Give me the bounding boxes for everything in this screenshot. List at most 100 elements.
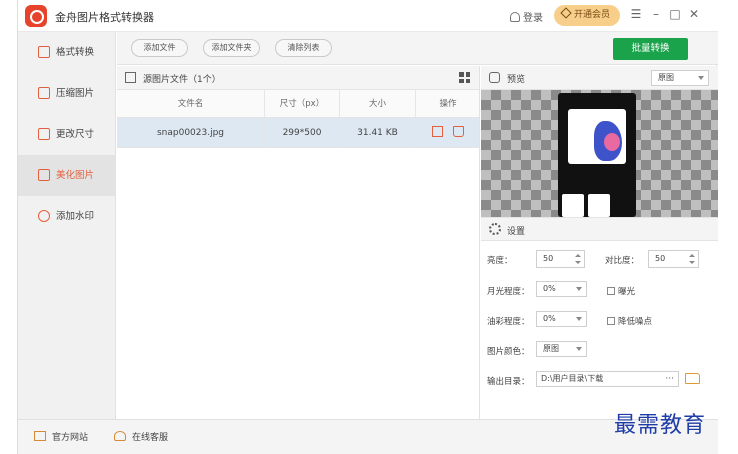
contrast-value: 50 [655, 254, 666, 263]
oil-paint-select[interactable]: 0% [536, 311, 587, 327]
file-dimensions-cell: 299*500 [265, 118, 340, 148]
open-external-icon[interactable] [432, 126, 443, 137]
image-color-value: 原图 [543, 344, 559, 353]
file-name-cell: snap00023.jpg [117, 118, 265, 148]
preview-mode-value: 原图 [658, 73, 674, 82]
moonlight-value: 0% [543, 284, 556, 293]
beautify-icon [38, 169, 50, 181]
column-header-actions: 操作 [439, 99, 457, 109]
oil-paint-value: 0% [543, 314, 556, 323]
table-row[interactable]: snap00023.jpg 299*500 31.41 KB [117, 118, 479, 148]
column-header-filename: 文件名 [117, 90, 265, 118]
output-dir-label: 输出目录： [487, 377, 530, 387]
vip-button[interactable]: 开通会员 [554, 5, 620, 26]
sidebar-item-label: 格式转换 [56, 47, 95, 58]
login-label: 登录 [523, 13, 543, 24]
chevron-down-icon [576, 347, 582, 351]
denoise-checkbox[interactable]: 降低噪点 [607, 315, 652, 327]
preview-mode-select[interactable]: 原图 [651, 70, 709, 86]
contrast-stepper[interactable]: 50 [648, 250, 699, 268]
brightness-stepper[interactable]: 50 [536, 250, 585, 268]
actions-cell [416, 118, 480, 148]
column-header-dimensions: 尺寸（px） [265, 90, 340, 118]
monitor-icon [34, 431, 46, 441]
compress-icon [38, 87, 50, 99]
browse-more-button[interactable]: ··· [665, 372, 674, 386]
moonlight-select[interactable]: 0% [536, 281, 587, 297]
diamond-icon [560, 7, 572, 19]
chevron-down-icon [576, 287, 582, 291]
brightness-label: 亮度： [487, 256, 513, 266]
file-list-title: 源图片文件（1个） [143, 75, 221, 85]
app-logo-icon [25, 5, 47, 27]
contrast-label: 对比度： [605, 256, 640, 266]
file-size-cell: 31.41 KB [340, 118, 416, 148]
sidebar: 格式转换 压缩图片 更改尺寸 美化图片 添加水印 [18, 32, 116, 419]
exposure-checkbox[interactable]: 曝光 [607, 285, 635, 297]
maximize-icon[interactable]: □ [668, 7, 682, 21]
moonlight-label: 月光程度： [487, 287, 530, 297]
login-link[interactable]: 登录 [510, 9, 543, 24]
table-header: 文件名 尺寸（px） 大小 操作 [117, 90, 479, 118]
vip-label: 开通会员 [574, 10, 611, 20]
bottom-bar: 官方网站 在线客服 [18, 419, 718, 454]
file-list-panel: 源图片文件（1个） 文件名 尺寸（px） 大小 操作 snap00023.jpg… [117, 66, 480, 419]
close-icon[interactable]: ✕ [687, 7, 701, 21]
resize-icon [38, 128, 50, 140]
folder-open-icon[interactable] [685, 373, 700, 384]
checkbox-box[interactable] [607, 287, 615, 295]
watermark-icon [38, 210, 50, 222]
app-window: 金舟图片格式转换器 登录 开通会员 ☰ – □ ✕ 格式转换 压缩图片 更改尺寸… [17, 0, 718, 454]
add-file-button[interactable]: 添加文件 [131, 39, 188, 57]
grid-view-icon[interactable] [459, 72, 470, 83]
menu-icon[interactable]: ☰ [629, 7, 643, 21]
preview-panel: 预览 原图 设置 亮度： 50 对比度： 50 月光程度： 0% 曝光 油彩程度… [481, 66, 718, 419]
toolbar: 添加文件 添加文件夹 清除列表 批量转换 [117, 32, 718, 65]
batch-convert-button[interactable]: 批量转换 [613, 38, 688, 60]
app-title: 金舟图片格式转换器 [55, 11, 154, 24]
watermark-text: 最需教育 [614, 413, 707, 438]
oil-paint-label: 油彩程度： [487, 317, 530, 327]
sidebar-item-label: 美化图片 [56, 170, 95, 181]
online-support-link[interactable]: 在线客服 [114, 430, 168, 443]
official-website-label: 官方网站 [52, 433, 89, 443]
gear-icon [489, 223, 501, 235]
image-color-select[interactable]: 原图 [536, 341, 587, 357]
file-list-header: 源图片文件（1个） [117, 66, 479, 90]
sidebar-item-resize[interactable]: 更改尺寸 [18, 114, 115, 155]
image-icon [125, 72, 136, 83]
sidebar-item-label: 更改尺寸 [56, 129, 95, 140]
image-color-label: 图片颜色： [487, 347, 530, 357]
preview-header: 预览 原图 [481, 66, 718, 90]
sidebar-item-compress[interactable]: 压缩图片 [18, 73, 115, 114]
preview-image [558, 93, 636, 217]
official-website-link[interactable]: 官方网站 [34, 430, 88, 443]
title-bar: 金舟图片格式转换器 登录 开通会员 ☰ – □ ✕ [18, 0, 718, 32]
exposure-label: 曝光 [618, 287, 636, 297]
settings-title: 设置 [507, 227, 526, 237]
output-dir-field[interactable]: D:\用户目录\下载 ··· [536, 371, 679, 387]
sidebar-item-beautify[interactable]: 美化图片 [18, 155, 115, 196]
chevron-down-icon [698, 76, 704, 80]
format-icon [38, 46, 50, 58]
delete-icon[interactable] [453, 126, 464, 137]
online-support-label: 在线客服 [132, 433, 169, 443]
add-folder-button[interactable]: 添加文件夹 [203, 39, 260, 57]
sidebar-item-label: 压缩图片 [56, 88, 95, 99]
denoise-label: 降低噪点 [618, 317, 653, 327]
preview-title: 预览 [507, 75, 526, 85]
support-person-icon [114, 431, 126, 441]
settings-header: 设置 [481, 217, 718, 241]
sidebar-item-watermark[interactable]: 添加水印 [18, 196, 115, 237]
eye-icon [489, 72, 500, 83]
brightness-value: 50 [543, 254, 554, 263]
checkbox-box[interactable] [607, 317, 615, 325]
sidebar-item-format[interactable]: 格式转换 [18, 32, 115, 73]
output-dir-value: D:\用户目录\下载 [541, 374, 604, 383]
minimize-icon[interactable]: – [649, 7, 663, 21]
chevron-down-icon [576, 317, 582, 321]
sidebar-item-label: 添加水印 [56, 211, 95, 222]
user-icon [510, 12, 520, 22]
column-header-size: 大小 [340, 90, 416, 118]
clear-list-button[interactable]: 清除列表 [275, 39, 332, 57]
